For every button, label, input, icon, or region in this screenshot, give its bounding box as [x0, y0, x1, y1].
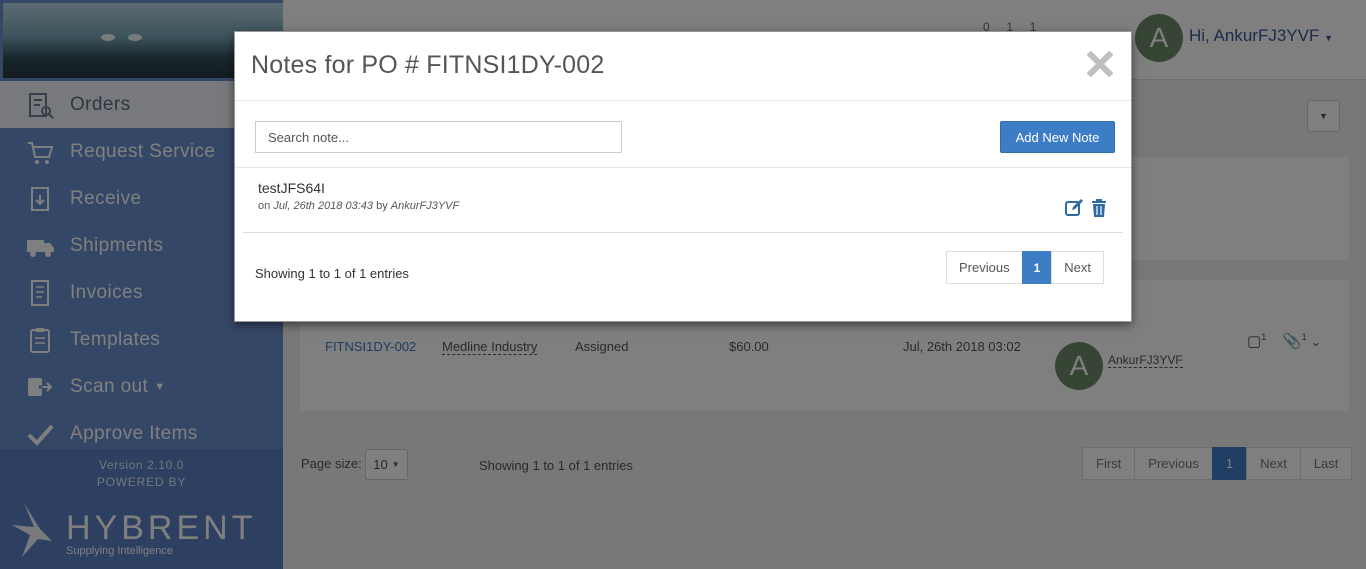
note-meta-by: by	[376, 200, 388, 212]
modal-footer: Showing 1 to 1 of 1 entries Previous 1 N…	[235, 233, 1131, 319]
note-meta: on Jul, 26th 2018 03:43 by AnkurFJ3YVF	[258, 200, 459, 212]
note-text: testJFS64I	[258, 180, 325, 196]
note-author: AnkurFJ3YVF	[390, 200, 460, 212]
add-new-note-button[interactable]: Add New Note	[1000, 121, 1115, 153]
pager-current-page[interactable]: 1	[1021, 251, 1053, 284]
notes-pagination: Previous 1 Next	[946, 251, 1104, 284]
note-meta-prefix: on	[258, 200, 271, 212]
pager-next-button[interactable]: Next	[1051, 251, 1104, 284]
modal-title: Notes for PO # FITNSI1DY-002	[251, 51, 605, 79]
edit-icon[interactable]	[1065, 198, 1085, 218]
entries-info: Showing 1 to 1 of 1 entries	[255, 266, 409, 281]
pager-previous-button[interactable]: Previous	[946, 251, 1023, 284]
close-icon[interactable]	[1085, 49, 1115, 79]
notes-modal: Notes for PO # FITNSI1DY-002 Add New Not…	[234, 31, 1132, 322]
trash-icon[interactable]	[1089, 198, 1109, 218]
note-date: Jul, 26th 2018 03:43	[273, 200, 374, 212]
modal-header: Notes for PO # FITNSI1DY-002	[235, 32, 1131, 101]
search-note-input[interactable]	[255, 121, 622, 153]
note-item: testJFS64I on Jul, 26th 2018 03:43 by An…	[243, 168, 1123, 233]
note-actions	[1065, 198, 1109, 218]
search-row: Add New Note	[235, 101, 1131, 168]
